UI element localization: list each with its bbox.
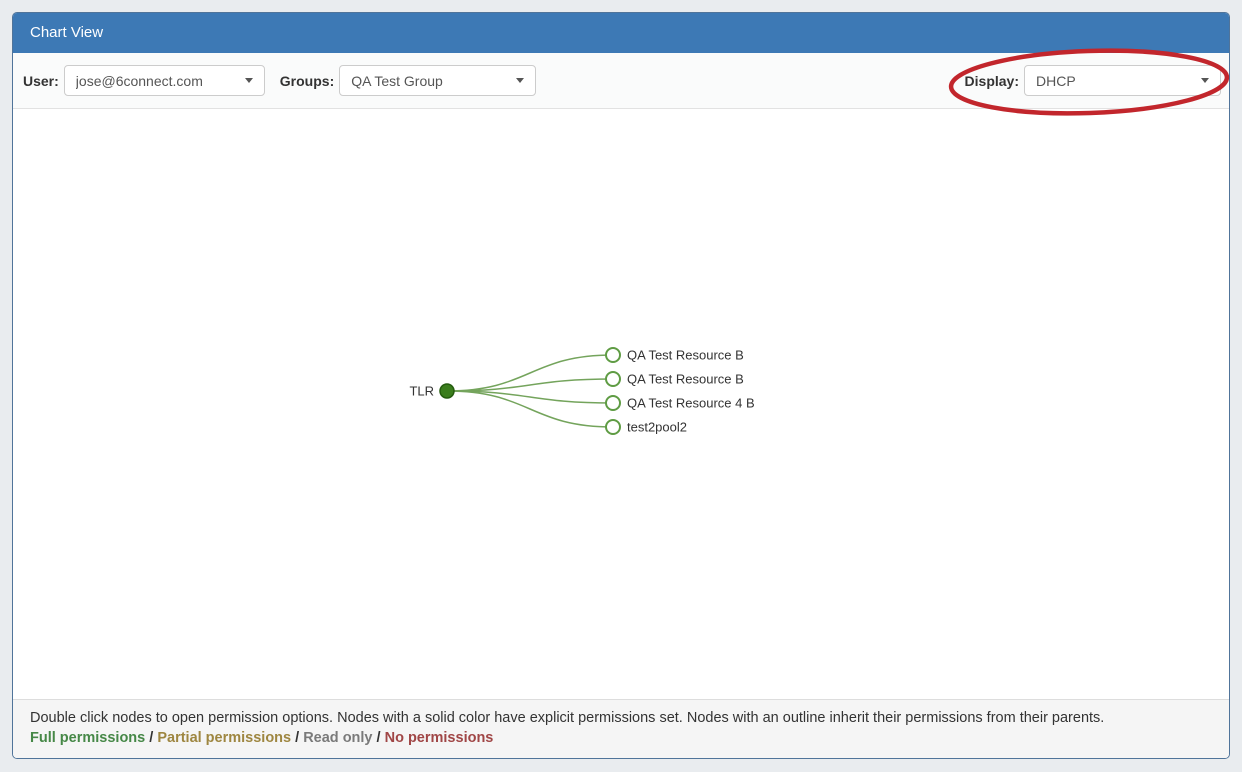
panel-footer: Double click nodes to open permission op… bbox=[13, 699, 1229, 758]
groups-select-value: QA Test Group bbox=[351, 73, 443, 89]
tree-node-label: test2pool2 bbox=[627, 420, 687, 435]
user-select-value: jose@6connect.com bbox=[76, 73, 203, 89]
user-select[interactable]: jose@6connect.com bbox=[64, 65, 265, 96]
tree-node-label: QA Test Resource B bbox=[627, 348, 744, 363]
caret-down-icon bbox=[1201, 78, 1209, 83]
tree-node-child-1[interactable] bbox=[606, 372, 620, 386]
tree-node-root[interactable] bbox=[440, 384, 454, 398]
legend-separator: / bbox=[145, 730, 157, 746]
display-label: Display: bbox=[965, 73, 1019, 89]
footer-instructions: Double click nodes to open permission op… bbox=[30, 709, 1212, 728]
tree-node-child-2[interactable] bbox=[606, 396, 620, 410]
legend-item-partial-permissions: Partial permissions bbox=[157, 730, 291, 746]
panel-title: Chart View bbox=[30, 24, 103, 41]
tree-root-label: TLR bbox=[409, 384, 434, 399]
legend-separator: / bbox=[373, 730, 385, 746]
chart-view-panel: Chart View User: jose@6connect.com Group… bbox=[12, 12, 1230, 759]
tree-node-label: QA Test Resource 4 B bbox=[627, 396, 755, 411]
permissions-legend: Full permissions / Partial permissions /… bbox=[30, 728, 1212, 749]
groups-field: Groups: QA Test Group bbox=[280, 65, 536, 96]
toolbar: User: jose@6connect.com Groups: QA Test … bbox=[13, 53, 1229, 109]
display-select-value: DHCP bbox=[1036, 73, 1076, 89]
display-select[interactable]: DHCP bbox=[1024, 65, 1221, 96]
permission-tree-svg: QA Test Resource B QA Test Resource B QA T… bbox=[13, 109, 1229, 699]
tree-node-child-0[interactable] bbox=[606, 348, 620, 362]
chart-area: QA Test Resource B QA Test Resource B QA T… bbox=[13, 109, 1229, 699]
user-label: User: bbox=[23, 73, 59, 89]
groups-select[interactable]: QA Test Group bbox=[339, 65, 536, 96]
legend-separator: / bbox=[291, 730, 303, 746]
caret-down-icon bbox=[516, 78, 524, 83]
user-field: User: jose@6connect.com bbox=[23, 65, 265, 96]
display-field: Display: DHCP bbox=[965, 65, 1221, 96]
tree-node-child-3[interactable] bbox=[606, 420, 620, 434]
caret-down-icon bbox=[245, 78, 253, 83]
legend-item-no-permissions: No permissions bbox=[385, 730, 494, 746]
tree-node-label: QA Test Resource B bbox=[627, 372, 744, 387]
legend-item-read-only: Read only bbox=[303, 730, 372, 746]
legend-item-full-permissions: Full permissions bbox=[30, 730, 145, 746]
groups-label: Groups: bbox=[280, 73, 334, 89]
panel-header: Chart View bbox=[13, 13, 1229, 53]
